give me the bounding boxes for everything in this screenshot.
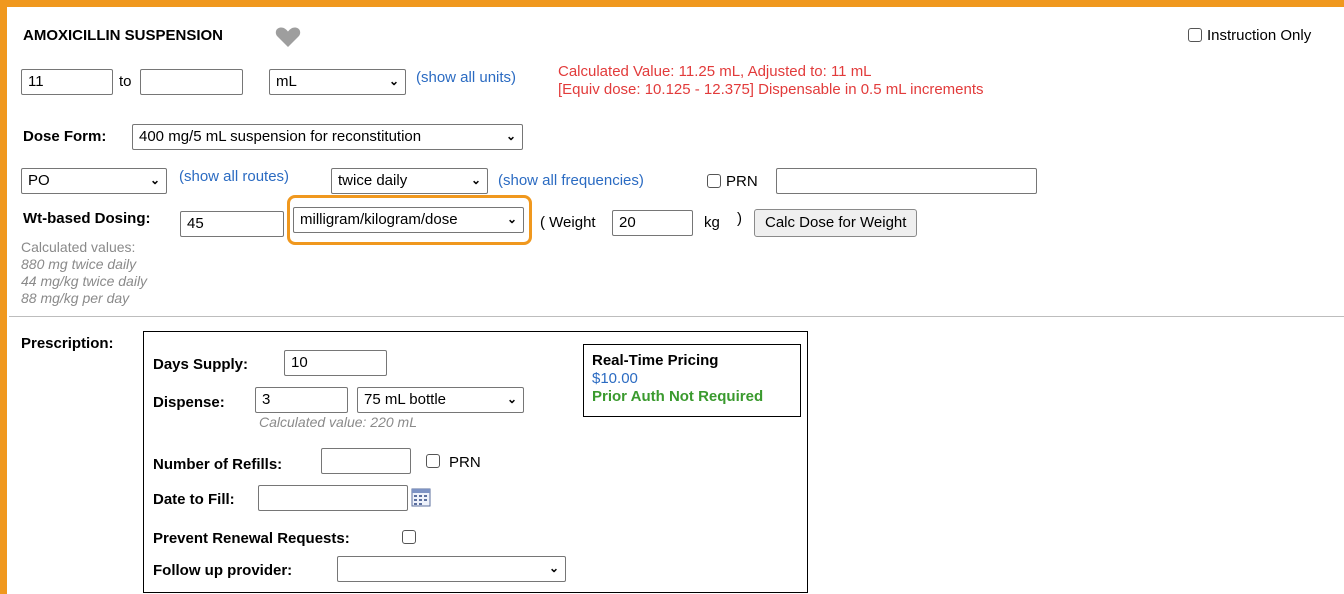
chevron-down-icon: ⌄ — [506, 212, 517, 226]
dose-to-input[interactable] — [140, 69, 243, 95]
dose-unit-select[interactable]: mL ⌄ — [269, 69, 406, 95]
wt-dose-input[interactable]: 45 — [180, 211, 284, 237]
instruction-only-label: Instruction Only — [1207, 27, 1312, 44]
dose-form-value: 400 mg/5 mL suspension for reconstitutio… — [139, 128, 422, 145]
calendar-icon[interactable] — [411, 487, 431, 507]
chevron-down-icon: ⌄ — [548, 561, 559, 575]
dispense-qty-input[interactable]: 3 — [255, 387, 348, 413]
dispense-calculated-text: Calculated value: 220 mL — [259, 414, 417, 430]
calc-value-2: 44 mg/kg twice daily — [21, 273, 148, 289]
date-to-fill-input[interactable] — [258, 485, 408, 511]
prn-reason-input[interactable] — [776, 168, 1037, 194]
pricing-title: Real-Time Pricing — [592, 352, 719, 369]
calculated-values-block: Calculated values: 880 mg twice daily 44… — [21, 239, 147, 307]
drug-title: AMOXICILLIN SUSPENSION — [23, 27, 224, 44]
frequency-value: twice daily — [338, 172, 408, 189]
prevent-renewal-checkbox[interactable] — [402, 530, 416, 544]
calc-line-2: [Equiv dose: 10.125 - 12.375] Dispensabl… — [558, 81, 984, 98]
calc-line-1: Calculated Value: 11.25 mL, Adjusted to:… — [558, 63, 872, 80]
calc-value-3: 88 mg/kg per day — [21, 290, 130, 306]
dose-form-label: Dose Form: — [23, 128, 107, 145]
route-value: PO — [28, 172, 50, 189]
prescription-label: Prescription: — [21, 335, 114, 352]
weight-open-label: ( Weight — [540, 214, 596, 231]
show-all-frequencies-link[interactable]: (show all frequencies) — [498, 172, 644, 189]
prn-label: PRN — [726, 173, 758, 190]
refills-prn-checkbox[interactable] — [426, 454, 440, 468]
dose-unit-value: mL — [276, 73, 297, 90]
days-supply-label: Days Supply: — [153, 356, 249, 373]
refills-label: Number of Refills: — [153, 456, 283, 473]
dose-form-select[interactable]: 400 mg/5 mL suspension for reconstitutio… — [132, 124, 523, 150]
calculated-values-label: Calculated values: — [21, 239, 136, 255]
route-select[interactable]: PO ⌄ — [21, 168, 167, 194]
dispense-unit-select[interactable]: 75 mL bottle ⌄ — [357, 387, 524, 413]
pricing-box: Real-Time Pricing $10.00 Prior Auth Not … — [583, 344, 801, 417]
chevron-down-icon: ⌄ — [505, 129, 516, 143]
prn-checkbox[interactable] — [707, 174, 721, 188]
wt-dose-unit-select[interactable]: milligram/kilogram/dose ⌄ — [293, 207, 524, 233]
chevron-down-icon: ⌄ — [388, 74, 399, 88]
pricing-price: $10.00 — [592, 370, 638, 387]
wt-dose-unit-value: milligram/kilogram/dose — [300, 211, 458, 228]
show-all-routes-link[interactable]: (show all routes) — [179, 168, 289, 185]
follow-up-label: Follow up provider: — [153, 562, 293, 579]
dose-from-input[interactable]: 11 — [21, 69, 113, 95]
weight-unit-label: kg — [704, 214, 720, 231]
prevent-renewal-label: Prevent Renewal Requests: — [153, 530, 350, 547]
wt-dosing-label: Wt-based Dosing: — [23, 210, 151, 227]
show-all-units-link[interactable]: (show all units) — [416, 69, 516, 86]
dispense-unit-value: 75 mL bottle — [364, 391, 446, 408]
prior-auth-status: Prior Auth Not Required — [592, 388, 764, 405]
refills-prn-label: PRN — [449, 454, 481, 471]
chevron-down-icon: ⌄ — [149, 173, 160, 187]
dose-to-label: to — [119, 73, 132, 90]
chevron-down-icon: ⌄ — [506, 392, 517, 406]
instruction-only-checkbox[interactable] — [1188, 28, 1202, 42]
chevron-down-icon: ⌄ — [470, 173, 481, 187]
refills-input[interactable] — [321, 448, 411, 474]
weight-close-label: ) — [737, 210, 742, 227]
frequency-select[interactable]: twice daily ⌄ — [331, 168, 488, 194]
days-supply-input[interactable]: 10 — [284, 350, 387, 376]
section-divider — [9, 316, 1344, 317]
calculated-value-text: Calculated Value: 11.25 mL, Adjusted to:… — [558, 63, 984, 99]
dispense-label: Dispense: — [153, 394, 225, 411]
date-to-fill-label: Date to Fill: — [153, 491, 235, 508]
weight-input[interactable]: 20 — [612, 210, 693, 236]
follow-up-select[interactable]: ⌄ — [337, 556, 566, 582]
favorite-heart-icon[interactable] — [275, 26, 301, 48]
calc-value-1: 880 mg twice daily — [21, 256, 137, 272]
form-frame: AMOXICILLIN SUSPENSION Instruction Only … — [0, 0, 1344, 594]
calc-dose-button[interactable]: Calc Dose for Weight — [754, 209, 918, 237]
